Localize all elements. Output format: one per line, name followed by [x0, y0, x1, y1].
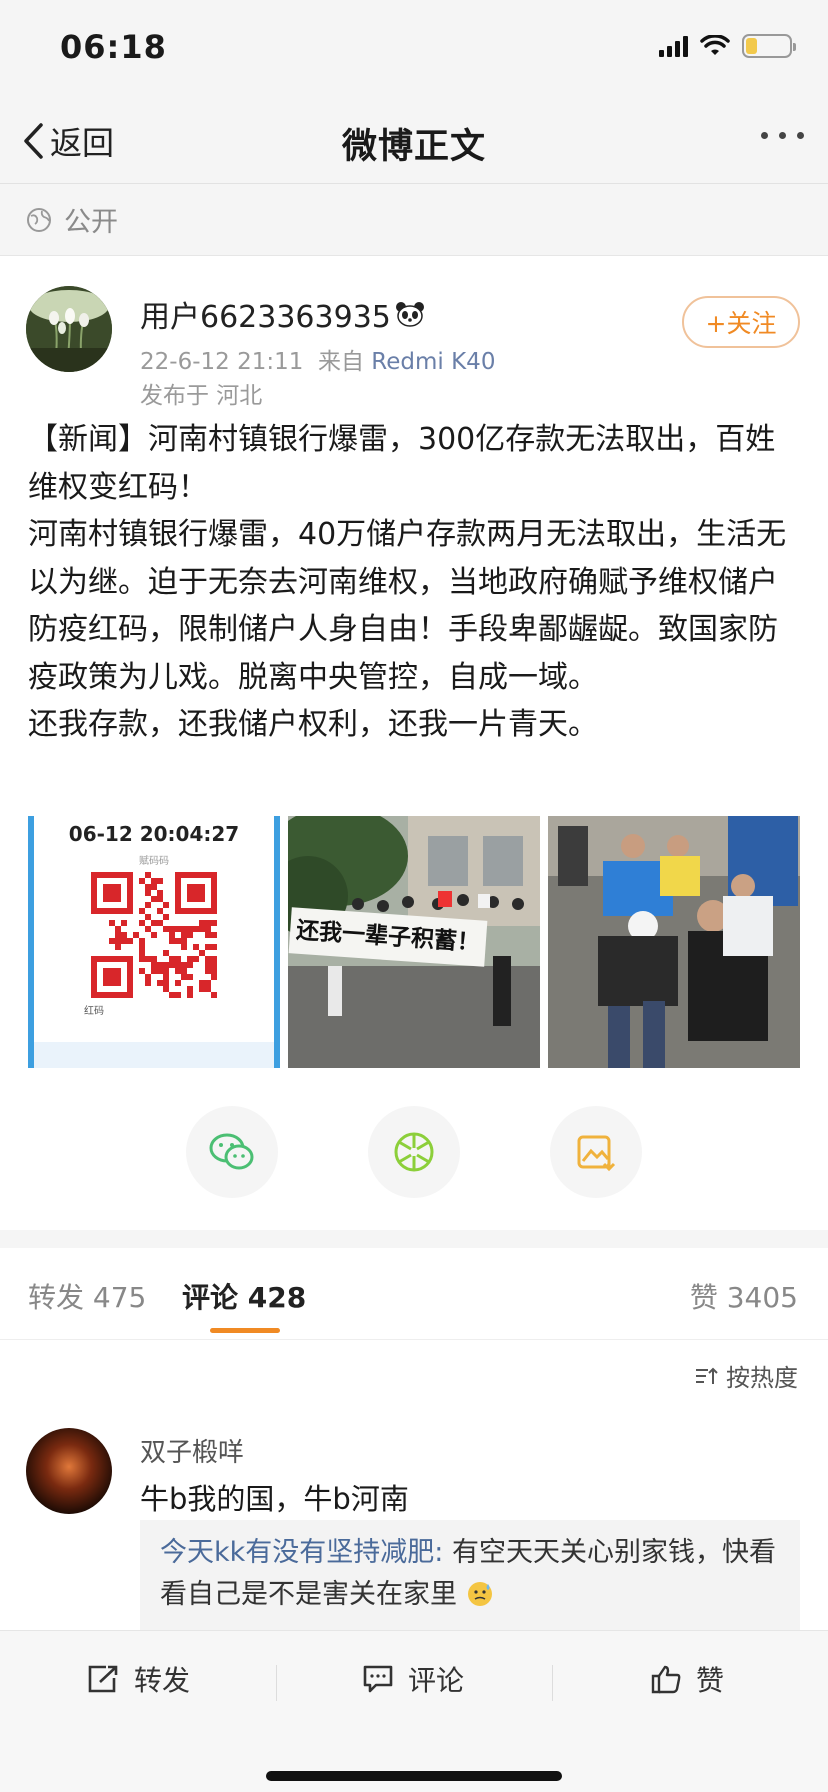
share-row	[0, 1106, 828, 1206]
status-bar: 06:18	[0, 0, 828, 96]
post-location: 发布于 河北	[140, 383, 263, 409]
username-text: 用户6623363935	[140, 300, 391, 335]
post-card: 用户6623363935 22-6-12 21:11 来自 Redmi K40 …	[0, 256, 828, 1230]
battery-fill	[746, 38, 757, 54]
tab-like[interactable]: 赞 3405	[690, 1276, 798, 1316]
visibility-row: 公开	[0, 184, 828, 256]
comment-author[interactable]: 双子椴咩	[140, 1432, 244, 1469]
avatar[interactable]	[26, 286, 112, 372]
post-text-line: 【新闻】河南村镇银行爆雷，300亿存款无法取出，百姓维权变红码！	[28, 422, 776, 505]
tab-comment[interactable]: 评论 428	[182, 1276, 306, 1316]
comment-icon	[363, 1665, 393, 1693]
save-image-button[interactable]	[550, 1106, 642, 1198]
status-time: 06:18	[60, 28, 167, 66]
avatar-image	[26, 286, 112, 372]
post-image-protest-scuffle[interactable]	[548, 816, 800, 1068]
sweat-emoji-icon	[467, 1582, 492, 1606]
follow-button[interactable]: +关注	[682, 296, 800, 348]
health-code-label: 红码	[84, 1006, 104, 1017]
bottom-action-bar: 转发 评论 赞	[0, 1630, 828, 1792]
page-title: 微博正文	[341, 127, 486, 167]
post-text-line: 还我存款，还我储户权利，还我一片青天。	[28, 707, 598, 742]
comment-label: 评论	[408, 1664, 465, 1697]
post-image-protest-banner[interactable]: 还我一辈子积蓄！	[288, 816, 540, 1068]
comment-text: 牛b我的国，牛b河南	[140, 1482, 409, 1516]
wifi-icon	[700, 35, 730, 55]
tab-like-label: 赞	[689, 1281, 718, 1314]
comments-section: 按热度 双子椴咩 牛b我的国，牛b河南 今天kk有没有坚持减肥: 有空天天关心别…	[0, 1340, 828, 1630]
comment-reply[interactable]: 今天kk有没有坚持减肥: 有空天天关心别家钱，快看看自己是不是害关在家里	[140, 1520, 800, 1630]
post-tabs: 转发 475 评论 428 赞 3405	[0, 1248, 828, 1340]
repost-label: 转发	[134, 1664, 191, 1697]
post-image-health-code[interactable]: 06-12 20:04:27 赋码码 红码	[28, 816, 280, 1068]
globe-icon	[27, 207, 51, 232]
health-code-top-label: 赋码码	[139, 856, 169, 867]
sort-button[interactable]: 按热度	[694, 1358, 798, 1393]
divider	[276, 1665, 277, 1701]
moments-icon	[394, 1132, 434, 1172]
post-text-line: 河南村镇银行爆雷，40万储户存款两月无法取出，生活无以为继。迫于无奈去河南维权，…	[28, 517, 787, 695]
save-image-icon	[577, 1135, 616, 1172]
repost-icon	[88, 1665, 118, 1693]
battery-icon	[742, 34, 796, 58]
tab-repost[interactable]: 转发 475	[28, 1276, 146, 1316]
tab-active-indicator	[210, 1328, 280, 1333]
like-label: 赞	[696, 1664, 725, 1697]
status-icons	[659, 34, 796, 58]
tab-repost-count: 475	[92, 1281, 147, 1314]
health-code-timestamp: 06-12 20:04:27	[68, 822, 240, 846]
share-wechat-button[interactable]	[186, 1106, 278, 1198]
post-body: 【新闻】河南村镇银行爆雷，300亿存款无法取出，百姓维权变红码！ 河南村镇银行爆…	[28, 416, 800, 749]
reply-author[interactable]: 今天kk有没有坚持减肥:	[160, 1537, 443, 1568]
thumbs-up-icon	[651, 1665, 681, 1694]
protest-scuffle-photo	[548, 816, 800, 1068]
sort-icon	[696, 1367, 718, 1384]
comment-avatar[interactable]	[26, 1428, 112, 1514]
qr-code-icon	[91, 872, 217, 998]
share-moments-button[interactable]	[368, 1106, 460, 1198]
post-time: 22-6-12 21:11	[140, 349, 304, 375]
sort-label: 按热度	[726, 1364, 798, 1392]
visibility-label: 公开	[64, 207, 118, 238]
tab-repost-label: 转发	[28, 1281, 85, 1314]
post-meta: 22-6-12 21:11 来自 Redmi K40	[140, 342, 495, 376]
home-indicator	[266, 1771, 562, 1781]
more-button[interactable]	[761, 132, 804, 139]
comment-button[interactable]: 评论	[362, 1659, 464, 1699]
post-username[interactable]: 用户6623363935	[140, 292, 425, 336]
nav-bar: 返回 微博正文	[0, 96, 828, 184]
post-source-prefix: 来自	[317, 349, 364, 375]
repost-button[interactable]: 转发	[86, 1659, 190, 1699]
post-device[interactable]: Redmi K40	[371, 349, 495, 375]
tab-comment-count: 428	[247, 1281, 307, 1314]
like-button[interactable]: 赞	[650, 1659, 724, 1699]
wechat-icon	[209, 1133, 254, 1170]
panda-emoji-icon	[395, 302, 424, 327]
divider	[552, 1665, 553, 1701]
signal-icon	[659, 35, 688, 57]
post-images: 06-12 20:04:27 赋码码 红码 还我一辈子积蓄！	[28, 816, 800, 1068]
tab-comment-label: 评论	[182, 1281, 239, 1314]
tab-like-count: 3405	[726, 1281, 798, 1314]
